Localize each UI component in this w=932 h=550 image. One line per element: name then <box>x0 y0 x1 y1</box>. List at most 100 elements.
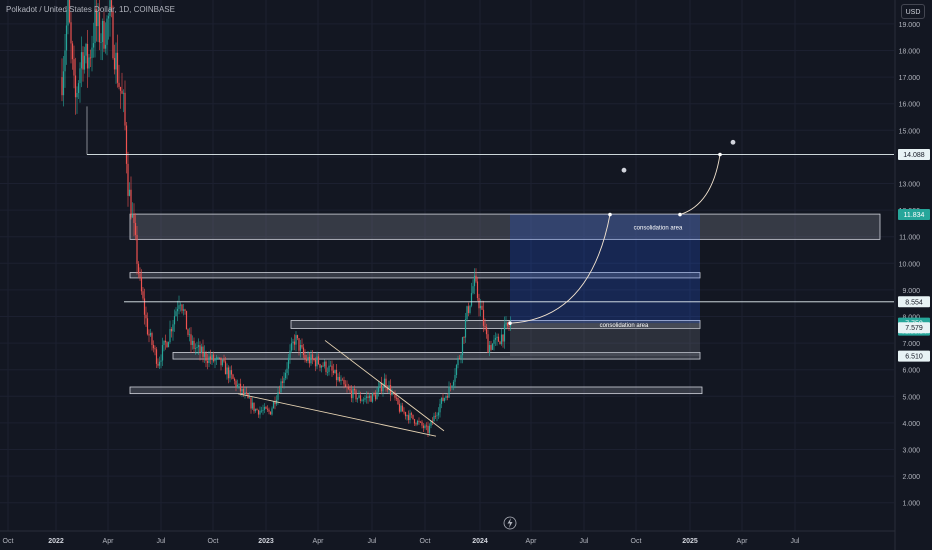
candle-body <box>311 354 314 360</box>
candle-body <box>349 388 351 391</box>
price-tick-label: 15.000 <box>899 128 921 135</box>
candle-body <box>271 408 273 415</box>
candle-body <box>242 388 245 395</box>
projection-point[interactable] <box>508 321 512 325</box>
price-tick-label: 7.000 <box>902 341 920 348</box>
candle-body <box>178 305 180 309</box>
candle-body <box>239 383 242 392</box>
candle-body <box>148 334 150 336</box>
candle-body <box>241 388 243 392</box>
candle-body <box>467 306 470 313</box>
candle-body <box>337 376 339 381</box>
candle-body <box>320 365 323 368</box>
candle-body <box>308 356 311 364</box>
candle-body <box>391 392 393 395</box>
candle-body <box>401 405 404 412</box>
time-tick-label: 2023 <box>258 538 274 545</box>
candle-body <box>404 412 407 417</box>
candle-body <box>149 333 152 336</box>
candle-body <box>232 374 234 379</box>
candle-body <box>425 425 428 427</box>
zone-rect[interactable] <box>129 213 881 240</box>
candle-body <box>329 365 332 367</box>
candle-body <box>436 415 438 417</box>
projection-point[interactable] <box>608 212 612 217</box>
candle-body <box>488 345 491 353</box>
candle-body <box>175 311 177 317</box>
candle-body <box>200 346 203 353</box>
candle-body <box>319 364 321 368</box>
candle-body <box>146 318 149 335</box>
consolidation-label: consolidation area <box>600 323 649 329</box>
candle-body <box>112 11 114 59</box>
candle-body <box>73 59 75 76</box>
price-tick-label: 6.000 <box>902 368 920 375</box>
candle-body <box>167 342 170 348</box>
candle-body <box>479 305 482 309</box>
candle-body <box>409 413 411 420</box>
candle-body <box>179 304 182 306</box>
candle-body <box>259 410 261 415</box>
time-tick-label: Oct <box>3 538 14 545</box>
candle-body <box>341 379 344 381</box>
candle-body <box>292 341 294 344</box>
time-tick-label: Oct <box>208 538 219 545</box>
candle-body <box>227 367 230 379</box>
candle-body <box>289 350 291 358</box>
projection-point[interactable] <box>718 152 722 157</box>
candle-body <box>169 329 171 343</box>
candle-body <box>506 322 509 326</box>
time-tick-label: Jul <box>368 538 377 545</box>
candle-body <box>332 370 335 374</box>
candle-body <box>265 406 267 409</box>
projection-point[interactable] <box>678 212 682 217</box>
candle-body <box>166 342 168 348</box>
currency-button[interactable]: USD <box>901 4 925 19</box>
time-tick-label: 2025 <box>682 538 698 545</box>
candle-body <box>449 386 452 388</box>
candle-body <box>187 329 189 335</box>
candle-body <box>176 308 179 312</box>
time-tick-label: Apr <box>103 538 115 545</box>
candle-body <box>226 367 228 375</box>
candle-body <box>190 334 192 345</box>
candle-body <box>197 345 200 347</box>
candle-body <box>223 359 225 362</box>
candle-body <box>487 334 489 353</box>
time-tick-label: Jul <box>791 538 800 545</box>
price-label-text: 6.510 <box>905 354 923 361</box>
candle-body <box>74 75 77 98</box>
time-tick-label: 2024 <box>472 538 488 545</box>
candle-body <box>433 415 435 422</box>
candle-body <box>217 357 219 359</box>
candle-body <box>398 404 401 412</box>
projection-marker <box>730 139 736 145</box>
candle-body <box>76 93 78 98</box>
price-tick-label: 11.000 <box>899 235 920 242</box>
candle-body <box>65 25 68 51</box>
price-tick-label: 2.000 <box>902 474 920 481</box>
price-tick-label: 10.000 <box>899 261 921 268</box>
candle-body <box>461 337 464 356</box>
candle-body <box>460 355 462 359</box>
candle-body <box>268 409 270 412</box>
candle-body <box>382 386 384 392</box>
candle-body <box>119 86 122 91</box>
candle-body <box>485 327 488 335</box>
candle-body <box>313 359 315 361</box>
price-tick-label: 4.000 <box>902 421 920 428</box>
candle-body <box>328 365 330 372</box>
candle-body <box>451 385 453 388</box>
price-chart[interactable]: consolidation area consolidation area 1.0… <box>0 0 932 550</box>
candle-body <box>397 397 399 405</box>
candle-body <box>458 357 461 359</box>
zone-rect[interactable] <box>129 386 703 395</box>
candle-body <box>302 347 305 356</box>
candle-body <box>452 381 455 386</box>
candle-body <box>194 348 197 349</box>
candle-body <box>77 83 80 94</box>
candle-body <box>89 57 92 59</box>
candle-body <box>448 386 450 398</box>
candle-body <box>172 324 174 332</box>
candle-body <box>131 214 134 218</box>
